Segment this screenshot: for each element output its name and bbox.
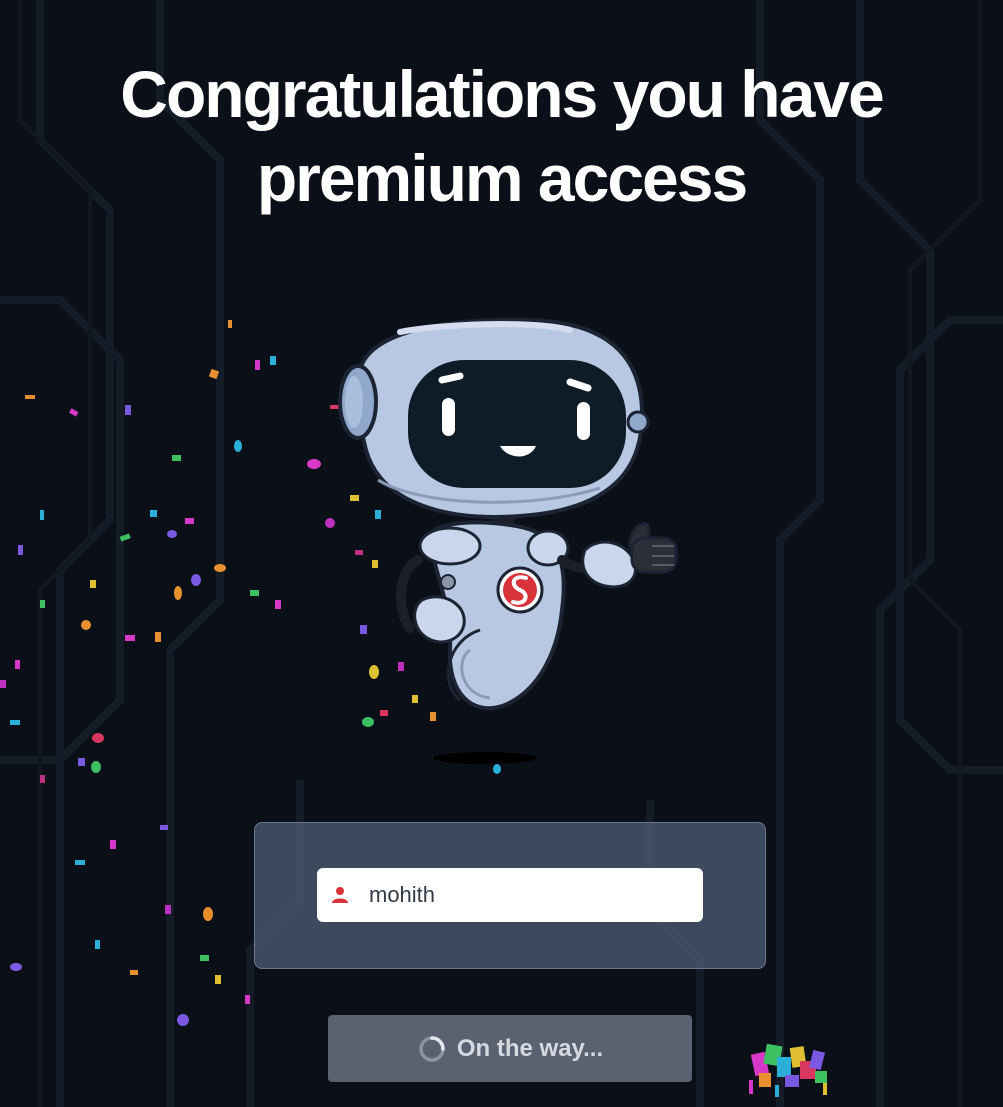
button-label: On the way...	[456, 1034, 604, 1062]
confetti-burst-sticker	[749, 1043, 827, 1097]
username-input[interactable]	[369, 882, 669, 908]
username-field[interactable]	[317, 868, 703, 922]
on-the-way-button[interactable]: On the way...	[328, 1015, 692, 1082]
spinner-icon	[419, 1035, 445, 1062]
username-panel	[254, 822, 766, 969]
robot-mascot-illustration	[338, 317, 678, 764]
user-icon	[332, 887, 348, 903]
